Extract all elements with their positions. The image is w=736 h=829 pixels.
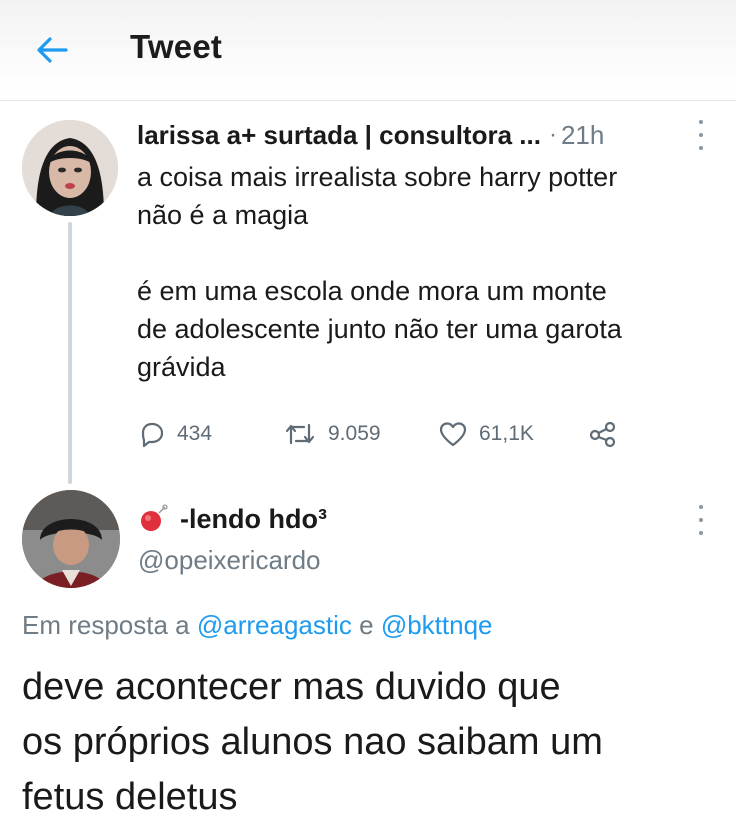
thread-connector-line — [68, 222, 72, 484]
avatar[interactable] — [22, 120, 118, 216]
share-icon — [589, 421, 616, 448]
avatar[interactable] — [22, 490, 120, 588]
replying-to-line: Em resposta a @arreagastic e @bkttnqe — [22, 610, 493, 641]
heart-icon — [439, 422, 467, 447]
tweet-text-line: não é a magia — [137, 200, 309, 230]
more-dot-icon — [699, 146, 703, 150]
reply-button[interactable]: 434 — [137, 414, 212, 454]
like-button[interactable]: 61,1K — [437, 414, 534, 454]
red-balloon-icon — [141, 504, 168, 531]
more-dot-icon — [699, 120, 703, 124]
retweet-count: 9.059 — [328, 422, 381, 445]
more-dot-icon — [699, 505, 703, 509]
more-dot-icon — [699, 518, 703, 522]
page-title: Tweet — [130, 28, 223, 65]
avatar-illustration-icon — [22, 490, 120, 588]
author-name[interactable]: larissa a+ surtada | consultora ... — [137, 120, 541, 151]
tweet-text-line: fetus deletus — [22, 776, 238, 818]
tweet-timestamp[interactable]: 21h — [561, 120, 604, 151]
reply-joiner: e — [359, 610, 374, 640]
reply-tweet-text: deve acontecer mas duvido que os próprio… — [22, 660, 722, 825]
reply-prefix: Em resposta a — [22, 610, 190, 640]
more-options-button[interactable] — [694, 120, 708, 150]
separator-dot: · — [548, 121, 557, 148]
more-dot-icon — [699, 531, 703, 535]
mention-link[interactable]: @arreagastic — [197, 610, 352, 640]
arrow-left-icon — [37, 37, 68, 63]
reply-author-name[interactable]: -lendo hdo³ — [180, 504, 327, 535]
retweet-icon — [285, 423, 315, 445]
reply-count: 434 — [177, 422, 213, 445]
mention-link[interactable]: @bkttnqe — [381, 610, 493, 640]
tweet-text: a coisa mais irrealista sobre harry pott… — [137, 158, 722, 386]
reply-icon — [141, 422, 164, 448]
tweet-header: larissa a+ surtada | consultora ... · 21… — [137, 115, 717, 155]
like-count: 61,1K — [479, 422, 534, 445]
back-button[interactable] — [30, 30, 74, 70]
tweet-text-line: grávida — [137, 352, 226, 382]
tweet-text-line: os próprios alunos nao saibam um — [22, 721, 603, 763]
retweet-button[interactable]: 9.059 — [282, 414, 381, 454]
tweet-text-line: é em uma escola onde mora um monte — [137, 276, 607, 306]
avatar-illustration-icon — [22, 120, 118, 216]
more-options-button[interactable] — [694, 505, 708, 535]
share-button[interactable] — [587, 414, 619, 454]
tweet-text-line: de adolescente junto não ter uma garota — [137, 314, 622, 344]
more-dot-icon — [699, 133, 703, 137]
tweet-actions-bar: 434 9.059 61,1K — [137, 414, 637, 454]
tweet-text-line: deve acontecer mas duvido que — [22, 666, 561, 708]
top-bar: Tweet — [0, 0, 736, 101]
reply-author-handle[interactable]: @opeixericardo — [138, 545, 320, 576]
tweet-text-line: a coisa mais irrealista sobre harry pott… — [137, 162, 618, 192]
reply-author-row: -lendo hdo³ — [138, 498, 327, 540]
